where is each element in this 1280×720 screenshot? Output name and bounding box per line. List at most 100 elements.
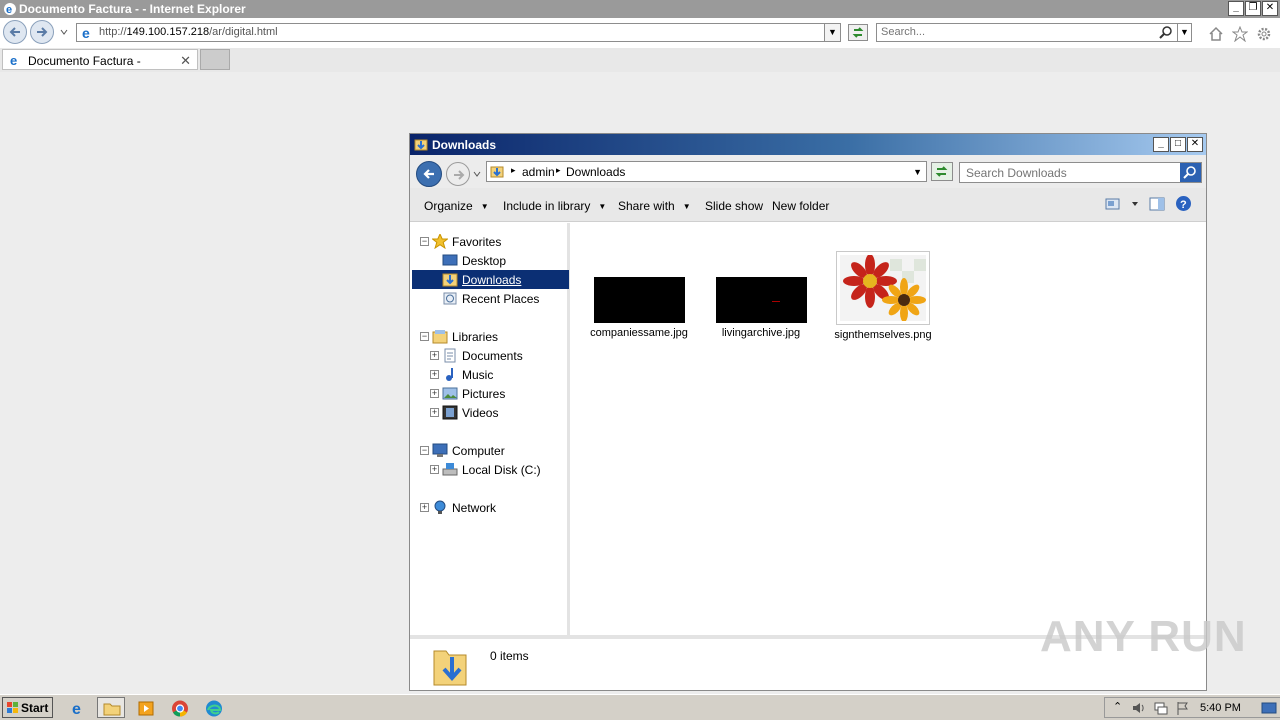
recent-pages-dropdown-icon[interactable] bbox=[473, 170, 481, 178]
file-name: companiessame.jpg bbox=[590, 327, 688, 339]
action-center-flag-icon[interactable] bbox=[1175, 701, 1191, 715]
new-folder-button[interactable]: New folder bbox=[772, 199, 829, 213]
explorer-search-box[interactable] bbox=[959, 162, 1202, 183]
ie-restore-button[interactable]: ❐ bbox=[1245, 1, 1261, 16]
explorer-title: Downloads bbox=[432, 138, 497, 152]
settings-gear-icon[interactable] bbox=[1256, 26, 1272, 42]
file-item[interactable]: livingarchive.jpg bbox=[706, 277, 816, 339]
nav-label: Documents bbox=[462, 349, 523, 363]
favorites-star-icon bbox=[432, 234, 448, 249]
nav-label: Pictures bbox=[462, 387, 506, 401]
taskbar-explorer[interactable] bbox=[97, 697, 125, 718]
tab-ie-icon: e bbox=[10, 53, 17, 67]
explorer-search-button[interactable] bbox=[1180, 163, 1201, 182]
explorer-search-input[interactable] bbox=[966, 166, 1166, 180]
expand-toggle[interactable]: + bbox=[430, 389, 439, 398]
nav-label: Favorites bbox=[452, 235, 502, 249]
nav-item-recent-places[interactable]: Recent Places bbox=[412, 289, 569, 308]
nav-item-libraries[interactable]: − Libraries bbox=[412, 327, 569, 346]
nav-item-computer[interactable]: − Computer bbox=[412, 441, 569, 460]
view-options-dropdown-icon[interactable] bbox=[1131, 200, 1139, 208]
expand-toggle[interactable]: + bbox=[430, 465, 439, 474]
explorer-back-button[interactable] bbox=[416, 161, 442, 187]
local-disk-icon bbox=[442, 463, 458, 476]
network-tray-icon[interactable] bbox=[1153, 701, 1169, 715]
search-icon[interactable] bbox=[1159, 26, 1173, 40]
ie-refresh-button[interactable] bbox=[848, 24, 868, 41]
file-name: signthemselves.png bbox=[834, 329, 932, 341]
item-count: 0 items bbox=[490, 649, 529, 663]
explorer-minimize-button[interactable]: _ bbox=[1153, 137, 1169, 152]
media-player-icon bbox=[138, 701, 154, 716]
refresh-icon bbox=[852, 27, 864, 38]
page-ie-icon: e bbox=[82, 25, 90, 41]
taskbar-ie[interactable]: e bbox=[64, 697, 92, 718]
path-dropdown-icon[interactable]: ▼ bbox=[913, 167, 922, 177]
change-view-icon[interactable] bbox=[1105, 197, 1121, 211]
nav-label: Music bbox=[462, 368, 494, 382]
breadcrumb-admin[interactable]: admin bbox=[522, 165, 555, 179]
include-in-library-menu[interactable]: Include in library ▼ bbox=[503, 199, 606, 213]
explorer-close-button[interactable]: ✕ bbox=[1187, 137, 1203, 152]
preview-pane-icon[interactable] bbox=[1149, 197, 1165, 211]
tab-close-icon[interactable]: ✕ bbox=[180, 53, 191, 69]
ie-search-box[interactable]: ▼ bbox=[876, 23, 1192, 42]
ie-forward-button[interactable] bbox=[30, 20, 54, 44]
breadcrumb-separator-icon[interactable]: ▸ bbox=[511, 165, 516, 176]
file-item[interactable]: companiessame.jpg bbox=[584, 277, 694, 339]
new-tab-button[interactable] bbox=[200, 49, 230, 70]
documents-icon bbox=[444, 348, 456, 363]
ie-back-button[interactable] bbox=[3, 20, 27, 44]
ie-close-button[interactable]: ✕ bbox=[1262, 1, 1278, 16]
share-with-menu[interactable]: Share with ▼ bbox=[618, 199, 691, 213]
slide-show-button[interactable]: Slide show bbox=[705, 199, 763, 213]
explorer-refresh-button[interactable] bbox=[931, 162, 953, 181]
ie-address-bar[interactable]: e http://149.100.157.218/ar/digital.html… bbox=[76, 23, 841, 42]
explorer-forward-button[interactable] bbox=[446, 162, 470, 186]
nav-item-local-disk[interactable]: + Local Disk (C:) bbox=[412, 460, 569, 479]
nav-item-desktop[interactable]: Desktop bbox=[412, 251, 569, 270]
nav-item-documents[interactable]: + Documents bbox=[412, 346, 569, 365]
volume-icon[interactable] bbox=[1131, 701, 1147, 715]
help-icon[interactable]: ? bbox=[1175, 195, 1192, 212]
expand-toggle[interactable]: + bbox=[430, 370, 439, 379]
nav-item-network[interactable]: + Network bbox=[412, 498, 569, 517]
collapse-toggle[interactable]: − bbox=[420, 446, 429, 455]
nav-item-favorites[interactable]: − Favorites bbox=[412, 232, 569, 251]
address-dropdown-icon[interactable]: ▼ bbox=[824, 24, 840, 41]
search-dropdown-icon[interactable]: ▼ bbox=[1177, 24, 1191, 41]
taskbar-edge[interactable] bbox=[199, 697, 227, 718]
libraries-icon bbox=[432, 330, 448, 344]
expand-toggle[interactable]: + bbox=[430, 351, 439, 360]
start-label: Start bbox=[21, 701, 49, 715]
nav-item-music[interactable]: + Music bbox=[412, 365, 569, 384]
nav-item-downloads[interactable]: Downloads bbox=[412, 270, 569, 289]
ie-search-input[interactable] bbox=[881, 26, 1141, 38]
home-icon[interactable] bbox=[1208, 26, 1224, 42]
collapse-toggle[interactable]: − bbox=[420, 237, 429, 246]
file-name: livingarchive.jpg bbox=[721, 327, 801, 339]
network-icon bbox=[434, 500, 446, 514]
expand-toggle[interactable]: + bbox=[420, 503, 429, 512]
start-button[interactable]: Start bbox=[2, 697, 53, 718]
taskbar-media-player[interactable] bbox=[131, 697, 159, 718]
taskbar-chrome[interactable] bbox=[165, 697, 193, 718]
breadcrumb-separator-icon[interactable]: ▸ bbox=[556, 165, 561, 176]
collapse-toggle[interactable]: − bbox=[420, 332, 429, 341]
ie-minimize-button[interactable]: _ bbox=[1228, 1, 1244, 16]
clock[interactable]: 5:40 PM bbox=[1200, 702, 1241, 714]
favorites-star-icon[interactable] bbox=[1232, 26, 1248, 42]
organize-menu[interactable]: Organize ▼ bbox=[424, 199, 489, 213]
show-hidden-icons-icon[interactable]: ⌃ bbox=[1113, 700, 1122, 713]
ie-tab-documento[interactable]: e Documento Factura - ✕ bbox=[2, 49, 198, 70]
breadcrumb-downloads[interactable]: Downloads bbox=[566, 165, 625, 179]
expand-toggle[interactable]: + bbox=[430, 408, 439, 417]
file-item[interactable]: signthemselves.png bbox=[828, 251, 938, 341]
explorer-maximize-button[interactable]: □ bbox=[1170, 137, 1186, 152]
nav-item-pictures[interactable]: + Pictures bbox=[412, 384, 569, 403]
nav-item-videos[interactable]: + Videos bbox=[412, 403, 569, 422]
show-desktop-icon[interactable] bbox=[1261, 701, 1277, 715]
nav-label: Videos bbox=[462, 406, 499, 420]
breadcrumb[interactable]: ▸ admin ▸ Downloads ▼ bbox=[486, 161, 927, 182]
history-dropdown-icon[interactable] bbox=[60, 28, 68, 36]
